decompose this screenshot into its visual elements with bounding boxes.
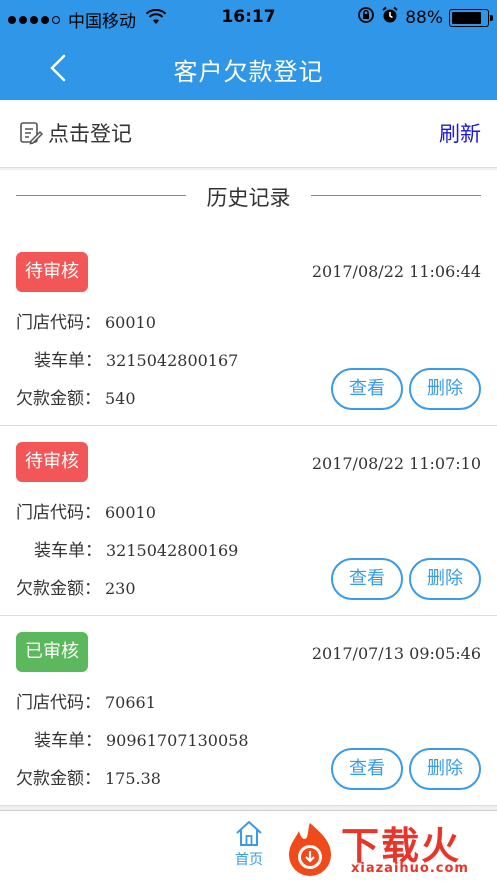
debt-amount-value: 230	[105, 579, 136, 598]
debt-amount-label: 欠款金额：	[16, 389, 101, 409]
record-card: 已审核 2017/07/13 09:05:46 门店代码： 70661 装车单： 9…	[0, 616, 497, 806]
store-code-row: 门店代码： 70661	[16, 688, 156, 713]
debt-amount-value: 540	[105, 389, 136, 408]
history-section-header: 历史记录	[0, 170, 497, 220]
record-datetime: 2017/08/22 11:06:44	[311, 262, 481, 281]
status-badge: 已审核	[16, 632, 88, 672]
debt-amount-label: 欠款金额：	[16, 769, 101, 789]
loading-order-label: 装车单：	[34, 351, 102, 371]
record-card: 待审核 2017/08/22 11:06:44 门店代码： 60010 装车单： 3…	[0, 220, 497, 426]
loading-order-row: 装车单： 3215042800167	[34, 346, 238, 371]
delete-button[interactable]: 删除	[409, 558, 481, 600]
debt-amount-row: 欠款金额： 230	[16, 574, 136, 599]
store-code-value: 70661	[105, 693, 156, 712]
refresh-button[interactable]: 刷新	[439, 118, 481, 148]
loading-order-label: 装车单：	[34, 541, 102, 561]
tab-bar: 首页 下载火 xiazaihuo.com	[0, 810, 497, 883]
loading-order-value: 3215042800169	[106, 541, 239, 560]
watermark-logo: 下载火 xiazaihuo.com	[281, 815, 491, 881]
loading-order-row: 装车单： 90961707130058	[34, 726, 249, 751]
view-button[interactable]: 查看	[331, 558, 403, 600]
store-code-row: 门店代码： 60010	[16, 498, 156, 523]
status-badge: 待审核	[16, 252, 88, 292]
battery-percentage: 88%	[405, 7, 443, 28]
record-datetime: 2017/08/22 11:07:10	[311, 454, 481, 473]
tab-home[interactable]: 首页	[224, 819, 274, 869]
delete-button[interactable]: 删除	[409, 368, 481, 410]
record-list: 待审核 2017/08/22 11:06:44 门店代码： 60010 装车单： 3…	[0, 220, 497, 806]
alarm-icon	[381, 6, 399, 29]
debt-amount-value: 175.38	[105, 769, 161, 788]
rotation-lock-icon	[357, 6, 375, 29]
store-code-value: 60010	[105, 503, 156, 522]
store-code-label: 门店代码：	[16, 503, 101, 523]
page-title: 客户欠款登记	[173, 58, 324, 86]
debt-amount-label: 欠款金额：	[16, 579, 101, 599]
record-datetime: 2017/07/13 09:05:46	[311, 644, 481, 663]
edit-form-icon	[20, 122, 44, 145]
store-code-label: 门店代码：	[16, 693, 101, 713]
divider-line	[311, 195, 481, 196]
status-right: 88%	[357, 6, 493, 29]
history-title: 历史记录	[206, 186, 291, 210]
loading-order-value: 3215042800167	[106, 351, 239, 370]
register-button[interactable]: 点击登记	[18, 118, 132, 148]
view-button[interactable]: 查看	[331, 748, 403, 790]
status-badge: 待审核	[16, 442, 88, 482]
battery-icon	[449, 8, 493, 27]
debt-amount-row: 欠款金额： 540	[16, 384, 136, 409]
flame-logo-icon	[289, 823, 331, 876]
store-code-label: 门店代码：	[16, 313, 101, 333]
navigation-bar: 客户欠款登记	[0, 36, 497, 100]
delete-button[interactable]: 删除	[409, 748, 481, 790]
store-code-row: 门店代码： 60010	[16, 308, 156, 333]
tab-home-label: 首页	[235, 852, 263, 868]
view-button[interactable]: 查看	[331, 368, 403, 410]
record-card: 待审核 2017/08/22 11:07:10 门店代码： 60010 装车单： 3…	[0, 426, 497, 616]
action-bar: 点击登记 刷新	[0, 100, 497, 168]
debt-amount-row: 欠款金额： 175.38	[16, 764, 161, 789]
loading-order-label: 装车单：	[34, 731, 102, 751]
home-icon	[236, 821, 262, 846]
status-bar: 中国移动 16:17 88%	[0, 0, 497, 36]
watermark-domain: xiazaihuo.com	[351, 861, 469, 876]
loading-order-value: 90961707130058	[106, 731, 249, 750]
register-label: 点击登记	[48, 122, 132, 146]
loading-order-row: 装车单： 3215042800169	[34, 536, 238, 561]
store-code-value: 60010	[105, 313, 156, 332]
